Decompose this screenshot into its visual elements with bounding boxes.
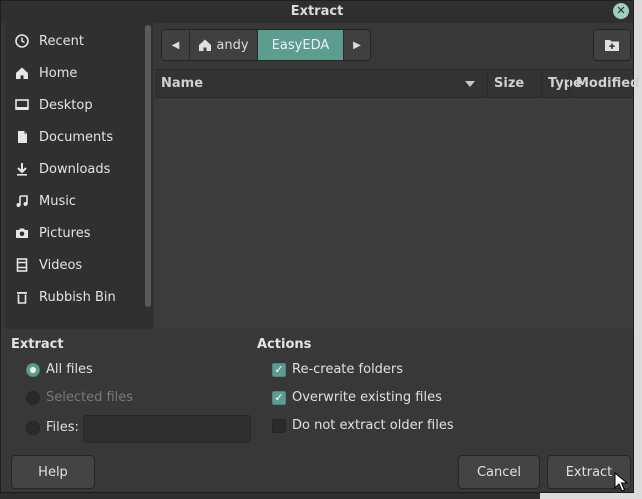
sidebar-item-rubbish-bin[interactable]: Rubbish Bin	[5, 281, 145, 313]
sidebar-item-downloads[interactable]: Downloads	[5, 153, 145, 185]
column-modified[interactable]: Modified	[569, 70, 639, 98]
sidebar-item-label: Videos	[39, 257, 83, 273]
files-pattern-input[interactable]	[83, 415, 251, 443]
no-older-files-checkbox[interactable]: Do not extract older files	[272, 418, 454, 433]
files-label: Files:	[46, 420, 79, 435]
new-folder-icon	[605, 40, 619, 51]
sidebar-item-recent[interactable]: Recent	[5, 25, 145, 57]
column-name[interactable]: Name	[155, 70, 487, 98]
radio-indicator	[26, 420, 40, 435]
all-files-radio[interactable]: All files	[26, 362, 93, 377]
sidebar-item-documents[interactable]: Documents	[5, 121, 145, 153]
path-bar: ◀ andy EasyEDA ▶	[161, 29, 371, 61]
sidebar-item-label: Desktop	[39, 97, 93, 113]
sidebar-item-pictures[interactable]: Pictures	[5, 217, 145, 249]
sidebar-item-label: Home	[39, 65, 78, 81]
home-icon	[199, 39, 212, 51]
sidebar-item-videos[interactable]: Videos	[5, 249, 145, 281]
radio-indicator	[26, 390, 40, 405]
path-segment-label: EasyEDA	[271, 37, 330, 53]
sidebar-item-music[interactable]: Music	[5, 185, 145, 217]
path-forward-button[interactable]: ▶	[344, 30, 370, 60]
recreate-folders-checkbox[interactable]: ✓ Re-create folders	[272, 362, 403, 377]
path-segment-label: andy	[216, 37, 249, 53]
chevron-left-icon: ◀	[171, 39, 180, 51]
no-older-files-label: Do not extract older files	[292, 418, 454, 433]
mouse-cursor-icon	[614, 472, 628, 492]
extract-section-title: Extract	[11, 337, 64, 352]
help-button[interactable]: Help	[11, 455, 95, 489]
actions-section-title: Actions	[257, 337, 312, 352]
titlebar: Extract ✕	[1, 1, 633, 23]
document-icon	[5, 130, 39, 144]
sidebar-item-label: Recent	[39, 33, 84, 49]
radio-indicator	[26, 362, 40, 377]
overwrite-files-label: Overwrite existing files	[292, 390, 442, 405]
window-title: Extract	[290, 4, 344, 19]
column-size[interactable]: Size	[487, 70, 541, 98]
sidebar-item-label: Music	[39, 193, 76, 209]
sort-descending-icon	[465, 81, 475, 87]
chevron-right-icon: ▶	[353, 39, 361, 51]
sidebar-item-label: Rubbish Bin	[39, 289, 116, 305]
sidebar-scrollbar[interactable]	[145, 25, 151, 307]
overwrite-files-checkbox[interactable]: ✓ Overwrite existing files	[272, 390, 442, 405]
extract-dialog: Extract ✕ Recent Home Desktop Documents …	[0, 0, 639, 493]
selected-files-radio[interactable]: Selected files	[26, 390, 133, 405]
download-icon	[5, 162, 39, 176]
desktop-icon	[5, 98, 39, 112]
checkmark-icon: ✓	[272, 390, 286, 405]
places-sidebar: Recent Home Desktop Documents Downloads	[5, 23, 153, 329]
clock-icon	[5, 34, 39, 48]
path-segment-current[interactable]: EasyEDA	[258, 30, 344, 60]
selected-files-label: Selected files	[46, 390, 134, 405]
camera-icon	[5, 226, 39, 240]
music-icon	[5, 194, 39, 208]
files-pattern-radio[interactable]: Files:	[26, 420, 79, 435]
trash-icon	[5, 290, 39, 304]
sidebar-item-label: Documents	[39, 129, 114, 145]
path-back-button[interactable]: ◀	[162, 30, 190, 60]
sidebar-item-label: Downloads	[39, 161, 111, 177]
new-folder-button[interactable]	[593, 29, 631, 61]
all-files-label: All files	[46, 362, 93, 377]
sidebar-item-desktop[interactable]: Desktop	[5, 89, 145, 121]
sidebar-item-home[interactable]: Home	[5, 57, 145, 89]
cancel-button[interactable]: Cancel	[458, 455, 540, 489]
sidebar-item-label: Pictures	[39, 225, 91, 241]
checkmark-icon: ✓	[272, 362, 286, 377]
film-icon	[5, 258, 39, 272]
file-list[interactable]: Name Size Type Modified	[155, 69, 639, 329]
home-icon	[5, 66, 39, 80]
close-button[interactable]: ✕	[613, 3, 629, 19]
recreate-folders-label: Re-create folders	[292, 362, 404, 377]
close-icon: ✕	[616, 4, 626, 17]
path-segment-andy[interactable]: andy	[190, 30, 258, 60]
file-list-header: Name Size Type Modified	[155, 70, 639, 98]
checkbox-box	[272, 418, 286, 433]
